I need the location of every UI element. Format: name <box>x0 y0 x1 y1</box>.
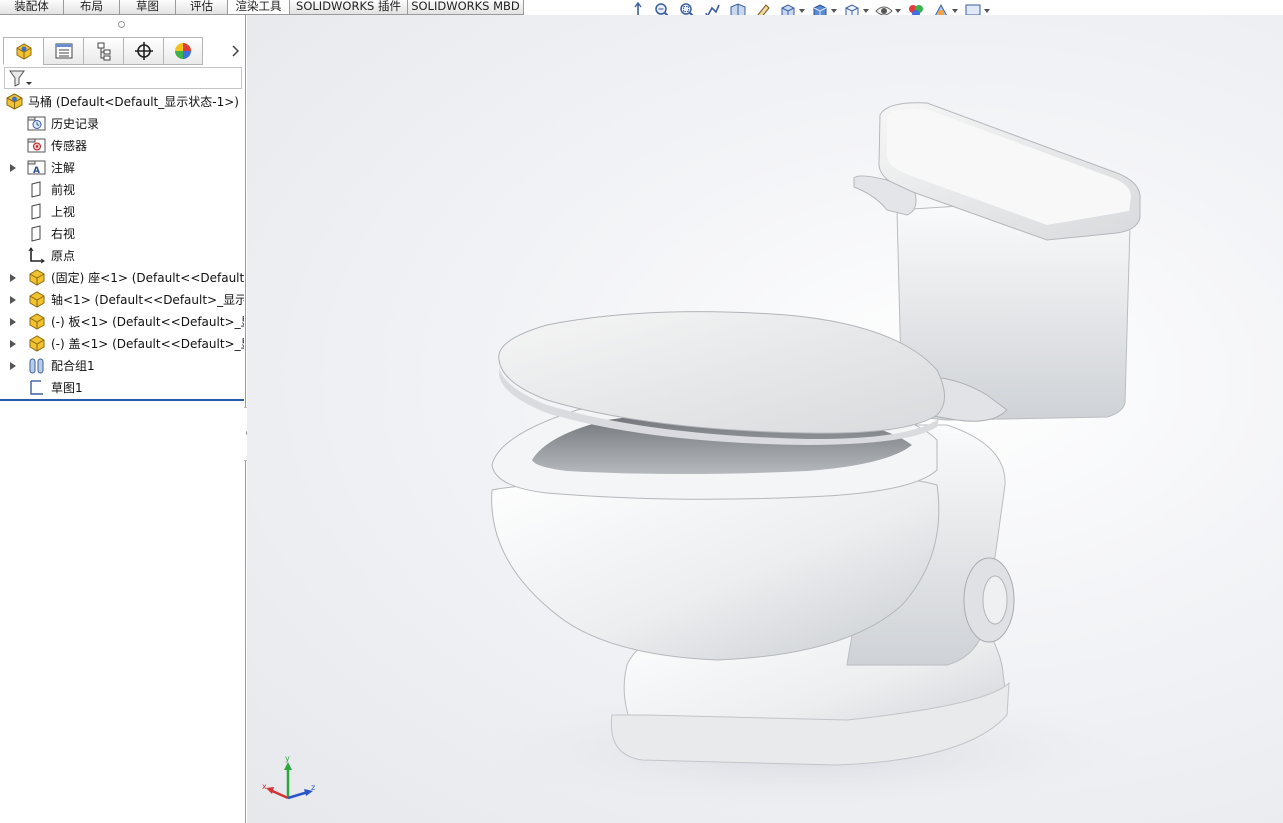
feature-tree: 马桶 (Default<Default_显示状态-1>) 历史记录 传感器 A … <box>0 91 244 401</box>
expand-arrow-icon[interactable] <box>9 164 17 172</box>
part-icon <box>27 290 46 309</box>
panel-grip-icon[interactable] <box>118 21 125 28</box>
expand-arrow-icon[interactable] <box>9 318 17 326</box>
toilet-3d-model[interactable] <box>247 15 1283 823</box>
expand-arrow-icon[interactable] <box>9 362 17 370</box>
tab-render-tools[interactable]: 渲染工具 <box>228 0 290 15</box>
plane-icon <box>27 202 46 221</box>
graphics-area[interactable] <box>247 15 1283 823</box>
tree-item-right-plane[interactable]: 右视 <box>0 223 244 245</box>
reference-triad[interactable]: y x z <box>258 754 322 808</box>
filter-icon[interactable] <box>9 70 32 88</box>
tree-item-label: 前视 <box>51 183 76 197</box>
sketch-icon <box>27 378 46 397</box>
tab-configuration-manager[interactable] <box>83 37 123 65</box>
triad-z-label: z <box>311 783 316 792</box>
command-manager-tabs: 装配体 布局 草图 评估 渲染工具 SOLIDWORKS 插件 SOLIDWOR… <box>0 0 524 15</box>
expand-arrow-icon[interactable] <box>9 340 17 348</box>
tab-display-manager[interactable] <box>163 37 203 65</box>
part-icon <box>27 334 46 353</box>
tree-item-front-plane[interactable]: 前视 <box>0 179 244 201</box>
triad-y-label: y <box>285 754 290 763</box>
tab-layout[interactable]: 布局 <box>64 0 120 15</box>
plane-icon <box>27 224 46 243</box>
svg-text:A: A <box>33 166 40 176</box>
crosshair-icon <box>134 42 153 60</box>
tree-item-label: 注解 <box>51 161 76 175</box>
expand-arrow-icon[interactable] <box>9 274 17 282</box>
feature-manager-panel: 马桶 (Default<Default_显示状态-1>) 历史记录 传感器 A … <box>0 15 254 823</box>
tree-item-origin[interactable]: 原点 <box>0 245 244 267</box>
tree-item-label: 草图1 <box>51 381 83 395</box>
tab-property-manager[interactable] <box>43 37 83 65</box>
tree-item-label: 原点 <box>51 249 76 263</box>
tab-solidworks-mbd[interactable]: SOLIDWORKS MBD <box>408 0 524 15</box>
display-manager-icon <box>175 43 191 59</box>
tree-item-top-plane[interactable]: 上视 <box>0 201 244 223</box>
history-folder-icon <box>27 114 46 133</box>
more-tabs-button[interactable] <box>228 37 244 65</box>
expand-arrow-icon[interactable] <box>9 296 17 304</box>
mates-folder-icon <box>27 356 46 375</box>
tab-sketch[interactable]: 草图 <box>120 0 176 15</box>
triad-x-label: x <box>262 782 267 791</box>
manager-tabs <box>3 37 203 65</box>
part-icon <box>27 268 46 287</box>
origin-icon <box>27 246 46 265</box>
drain-pipe-inner <box>982 575 1008 625</box>
assembly-icon <box>5 92 24 111</box>
tree-item-component-lid[interactable]: (-) 盖<1> (Default<<Default>_显示状态 1>) <box>0 333 244 355</box>
part-icon <box>27 312 46 331</box>
tree-item-component-seat[interactable]: (固定) 座<1> (Default<<Default>_显示状态 1>) <box>0 267 244 289</box>
assembly-icon <box>16 43 31 60</box>
tree-item-sensors[interactable]: 传感器 <box>0 135 244 157</box>
tree-root-assembly[interactable]: 马桶 (Default<Default_显示状态-1>) <box>0 91 244 113</box>
tree-item-history[interactable]: 历史记录 <box>0 113 244 135</box>
sensors-folder-icon <box>27 136 46 155</box>
tree-item-label: 轴<1> (Default<<Default>_显示状态 1>) <box>51 293 244 307</box>
property-list-icon <box>55 43 72 59</box>
tree-item-sketch[interactable]: 草图1 <box>0 377 244 401</box>
tree-item-label: (-) 盖<1> (Default<<Default>_显示状态 1>) <box>51 337 244 351</box>
tree-item-component-board[interactable]: (-) 板<1> (Default<<Default>_显示状态 1>) <box>0 311 244 333</box>
tree-item-label: (固定) 座<1> (Default<<Default>_显示状态 1>) <box>51 271 244 285</box>
tree-item-label: 配合组1 <box>51 359 95 373</box>
tab-dimxpert-manager[interactable] <box>123 37 163 65</box>
annotations-folder-icon: A <box>27 158 46 177</box>
tree-item-label: 右视 <box>51 227 76 241</box>
tree-item-label: 传感器 <box>51 139 88 153</box>
tab-evaluate[interactable]: 评估 <box>176 0 228 15</box>
chevron-right-icon <box>232 45 240 57</box>
tab-assembly[interactable]: 装配体 <box>0 0 64 15</box>
plane-icon <box>27 180 46 199</box>
tree-item-label: 历史记录 <box>51 117 100 131</box>
tree-item-label: 上视 <box>51 205 76 219</box>
tree-item-label: (-) 板<1> (Default<<Default>_显示状态 1>) <box>51 315 244 329</box>
tab-solidworks-addins[interactable]: SOLIDWORKS 插件 <box>290 0 408 15</box>
configuration-icon <box>97 42 110 61</box>
tree-item-component-shaft[interactable]: 轴<1> (Default<<Default>_显示状态 1>) <box>0 289 244 311</box>
tab-feature-manager[interactable] <box>3 37 43 65</box>
tree-root-label: 马桶 (Default<Default_显示状态-1>) <box>28 95 239 109</box>
tree-filter-input[interactable] <box>4 67 242 89</box>
tree-item-annotations[interactable]: A 注解 <box>0 157 244 179</box>
tree-item-mates[interactable]: 配合组1 <box>0 355 244 377</box>
